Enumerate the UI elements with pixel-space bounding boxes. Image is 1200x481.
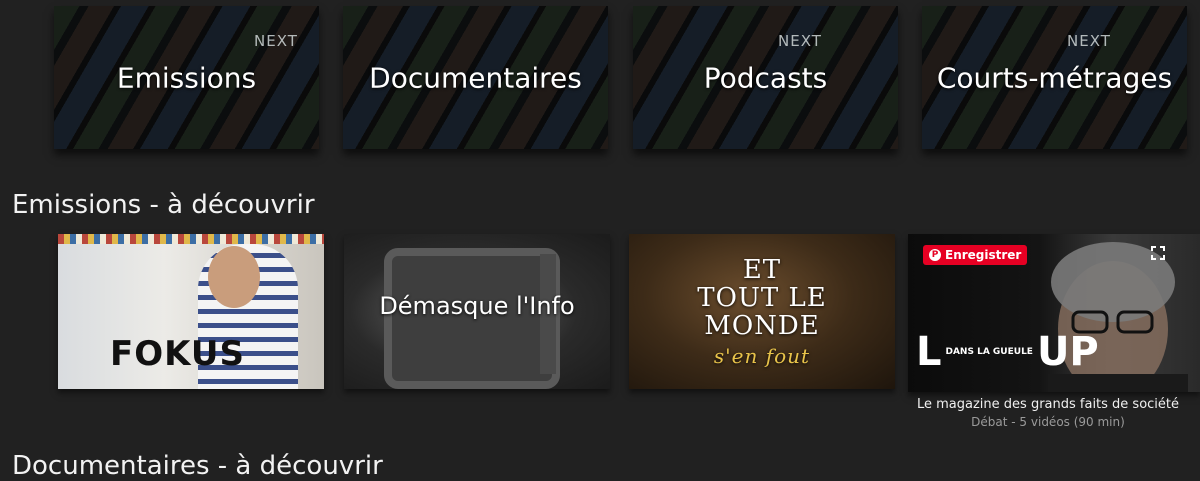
loup-logo: L DANS LA GUEULE UP <box>916 332 1099 372</box>
pinterest-icon: P <box>929 249 941 261</box>
emission-title: Démasque l'Info <box>379 292 575 320</box>
title-line: MONDE <box>704 311 820 341</box>
title-line: TOUT LE <box>697 283 827 313</box>
fokus-logo: FOKUS <box>110 334 245 374</box>
category-thumb-text: NEXT <box>254 32 298 50</box>
emission-meta: Débat - 5 vidéos (90 min) <box>971 415 1125 429</box>
category-card-documentaires[interactable]: Documentaires <box>343 6 608 149</box>
emission-tile-fokus[interactable]: FOKUS <box>58 234 324 389</box>
category-card-emissions[interactable]: NEXT Emissions <box>54 6 319 149</box>
pin-label: Enregistrer <box>945 248 1022 262</box>
category-label: Podcasts <box>703 61 828 94</box>
title-line: ET <box>742 255 782 285</box>
logo-letter: L <box>916 329 942 375</box>
logo-letters: UP <box>1036 329 1099 375</box>
pinterest-save-button[interactable]: P Enregistrer <box>923 245 1028 265</box>
section-title-emissions: Emissions - à découvrir <box>12 190 315 220</box>
category-thumb-text: NEXT <box>778 32 822 50</box>
category-card-courts-metrages[interactable]: NEXT Courts-métrages <box>922 6 1187 149</box>
category-card-podcasts[interactable]: NEXT Podcasts <box>633 6 898 149</box>
thumbnail-decor <box>58 234 324 244</box>
category-label: Documentaires <box>369 61 582 94</box>
section-title-documentaires: Documentaires - à découvrir <box>12 451 383 481</box>
emission-tile-demasque-info[interactable]: Démasque l'Info <box>344 234 610 389</box>
emission-caption: Le magazine des grands faits de société <box>916 397 1180 412</box>
category-label: Courts-métrages <box>936 61 1173 94</box>
category-thumb-text: NEXT <box>1067 32 1111 50</box>
logo-small-text: DANS LA GUEULE <box>945 347 1033 357</box>
emission-tile-tout-le-monde[interactable]: ET TOUT LE MONDE s'en fout <box>629 234 895 389</box>
category-label: Emissions <box>116 61 257 94</box>
thumbnail-person-head <box>208 246 260 308</box>
expand-icon[interactable] <box>1150 245 1166 261</box>
emission-title: ET TOUT LE MONDE s'en fout <box>629 256 895 370</box>
title-script: s'en fout <box>713 344 811 368</box>
